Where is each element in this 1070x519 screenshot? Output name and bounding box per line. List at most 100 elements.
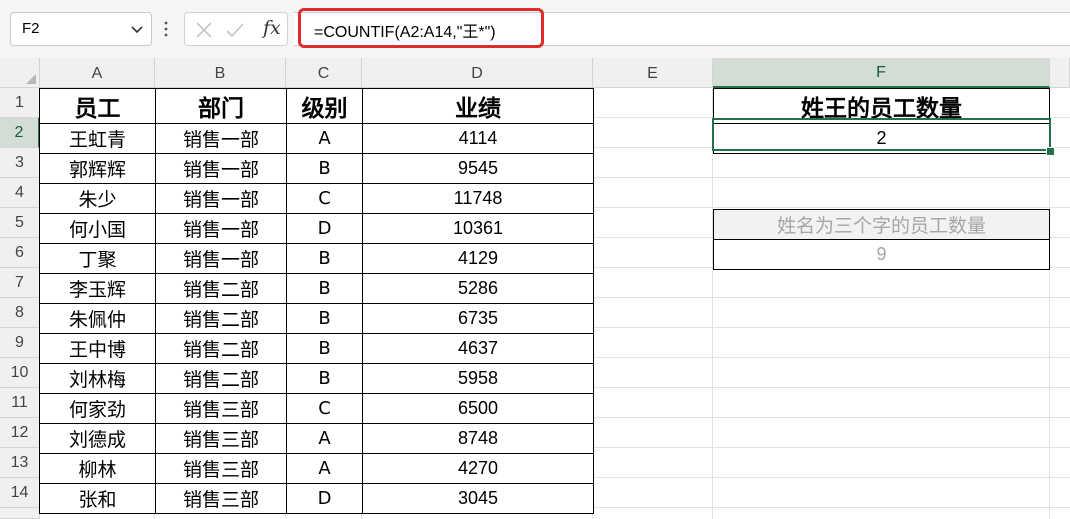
cell-performance[interactable]: 6735 bbox=[362, 303, 594, 334]
cell-performance[interactable]: 9545 bbox=[362, 153, 594, 184]
three-char-count-value[interactable]: 9 bbox=[713, 239, 1050, 270]
cell-level[interactable]: C bbox=[286, 393, 363, 424]
row-header-7[interactable]: 7 bbox=[0, 268, 40, 298]
cell-department[interactable]: 销售二部 bbox=[155, 333, 287, 364]
cell-performance[interactable]: 4270 bbox=[362, 453, 594, 484]
table-row: 柳林 销售三部 A 4270 bbox=[39, 453, 594, 484]
column-header-e[interactable]: E bbox=[593, 58, 713, 88]
row-header-3[interactable]: 3 bbox=[0, 148, 40, 178]
name-box[interactable]: F2 bbox=[10, 12, 152, 46]
three-char-count-table: 姓名为三个字的员工数量 9 bbox=[713, 209, 1050, 270]
cell-level[interactable]: B bbox=[286, 273, 363, 304]
header-cell-performance[interactable]: 业绩 bbox=[362, 88, 594, 124]
row-header-14[interactable]: 14 bbox=[0, 478, 40, 508]
cancel-x-icon[interactable] bbox=[195, 21, 213, 39]
chevron-down-icon[interactable] bbox=[129, 21, 145, 37]
column-header-f[interactable]: F bbox=[713, 58, 1050, 88]
fill-handle[interactable] bbox=[1046, 147, 1055, 156]
cell-level[interactable]: B bbox=[286, 333, 363, 364]
table-row: 王中博 销售二部 B 4637 bbox=[39, 333, 594, 364]
cell-level[interactable]: A bbox=[286, 453, 363, 484]
cell-department[interactable]: 销售二部 bbox=[155, 273, 287, 304]
employee-table: 员工 部门 级别 业绩 王虹青 销售一部 A 4114 郭辉辉 销售一部 B 9545 朱少… bbox=[39, 88, 594, 514]
cell-performance[interactable]: 4129 bbox=[362, 243, 594, 274]
cell-performance[interactable]: 11748 bbox=[362, 183, 594, 214]
table-row: 刘林梅 销售二部 B 5958 bbox=[39, 363, 594, 394]
table-row: 李玉辉 销售二部 B 5286 bbox=[39, 273, 594, 304]
cell-name[interactable]: 何家劲 bbox=[39, 393, 156, 424]
cell-department[interactable]: 销售二部 bbox=[155, 303, 287, 334]
fx-icon[interactable]: fx bbox=[263, 17, 281, 39]
cell-name[interactable]: 郭辉辉 bbox=[39, 153, 156, 184]
row-header-15[interactable] bbox=[0, 508, 40, 519]
cell-department[interactable]: 销售三部 bbox=[155, 453, 287, 484]
row-header-8[interactable]: 8 bbox=[0, 298, 40, 328]
select-all-corner[interactable] bbox=[0, 58, 40, 88]
table-row: 刘德成 销售三部 A 8748 bbox=[39, 423, 594, 454]
cell-name[interactable]: 刘林梅 bbox=[39, 363, 156, 394]
column-header-c[interactable]: C bbox=[286, 58, 362, 88]
cell-performance[interactable]: 4114 bbox=[362, 123, 594, 154]
column-header-a[interactable]: A bbox=[40, 58, 155, 88]
row-header-10[interactable]: 10 bbox=[0, 358, 40, 388]
cell-name[interactable]: 王虹青 bbox=[39, 123, 156, 154]
cell-level[interactable]: B bbox=[286, 303, 363, 334]
cell-level[interactable]: B bbox=[286, 243, 363, 274]
row-header-6[interactable]: 6 bbox=[0, 238, 40, 268]
cell-performance[interactable]: 5958 bbox=[362, 363, 594, 394]
cell-performance[interactable]: 8748 bbox=[362, 423, 594, 454]
cell-name[interactable]: 王中博 bbox=[39, 333, 156, 364]
three-char-count-header[interactable]: 姓名为三个字的员工数量 bbox=[713, 209, 1050, 240]
cell-department[interactable]: 销售一部 bbox=[155, 183, 287, 214]
vertical-dots-icon[interactable] bbox=[163, 19, 169, 39]
header-cell-employee[interactable]: 员工 bbox=[39, 88, 156, 124]
cell-department[interactable]: 销售一部 bbox=[155, 123, 287, 154]
cell-name[interactable]: 柳林 bbox=[39, 453, 156, 484]
row-header-11[interactable]: 11 bbox=[0, 388, 40, 418]
cell-name[interactable]: 刘德成 bbox=[39, 423, 156, 454]
row-header-5[interactable]: 5 bbox=[0, 208, 40, 238]
cell-level[interactable]: D bbox=[286, 213, 363, 244]
cell-performance[interactable]: 6500 bbox=[362, 393, 594, 424]
cell-level[interactable]: C bbox=[286, 183, 363, 214]
row-header-12[interactable]: 12 bbox=[0, 418, 40, 448]
cell-level[interactable]: B bbox=[286, 153, 363, 184]
cell-department[interactable]: 销售一部 bbox=[155, 153, 287, 184]
row-header-1[interactable]: 1 bbox=[0, 88, 40, 118]
cell-performance[interactable]: 3045 bbox=[362, 483, 594, 514]
cell-performance[interactable]: 10361 bbox=[362, 213, 594, 244]
cell-level[interactable]: A bbox=[286, 423, 363, 454]
row-header-2[interactable]: 2 bbox=[0, 118, 40, 148]
cell-department[interactable]: 销售三部 bbox=[155, 393, 287, 424]
cell-name[interactable]: 朱少 bbox=[39, 183, 156, 214]
row-header-4[interactable]: 4 bbox=[0, 178, 40, 208]
cell-department[interactable]: 销售三部 bbox=[155, 483, 287, 514]
check-icon[interactable] bbox=[226, 21, 244, 39]
cell-department[interactable]: 销售一部 bbox=[155, 213, 287, 244]
cell-name[interactable]: 何小国 bbox=[39, 213, 156, 244]
formula-text[interactable]: =COUNTIF(A2:A14,"王*") bbox=[314, 18, 496, 42]
cell-department[interactable]: 销售二部 bbox=[155, 363, 287, 394]
cell-level[interactable]: A bbox=[286, 123, 363, 154]
wang-count-value[interactable]: 2 bbox=[713, 123, 1050, 154]
cell-name[interactable]: 丁聚 bbox=[39, 243, 156, 274]
cell-department[interactable]: 销售一部 bbox=[155, 243, 287, 274]
cell-level[interactable]: B bbox=[286, 363, 363, 394]
cell-level[interactable]: D bbox=[286, 483, 363, 514]
cell-name[interactable]: 李玉辉 bbox=[39, 273, 156, 304]
table-header-row: 员工 部门 级别 业绩 bbox=[39, 88, 594, 124]
column-header-b[interactable]: B bbox=[155, 58, 286, 88]
column-header-g[interactable] bbox=[1050, 58, 1070, 88]
cell-name[interactable]: 张和 bbox=[39, 483, 156, 514]
cell-performance[interactable]: 5286 bbox=[362, 273, 594, 304]
header-cell-level[interactable]: 级别 bbox=[286, 88, 363, 124]
row-header-9[interactable]: 9 bbox=[0, 328, 40, 358]
cell-department[interactable]: 销售三部 bbox=[155, 423, 287, 454]
cell-name[interactable]: 朱佩仲 bbox=[39, 303, 156, 334]
header-cell-department[interactable]: 部门 bbox=[155, 88, 287, 124]
row-header-13[interactable]: 13 bbox=[0, 448, 40, 478]
wang-count-header[interactable]: 姓王的员工数量 bbox=[713, 88, 1050, 124]
table-row: 王虹青 销售一部 A 4114 bbox=[39, 123, 594, 154]
cell-performance[interactable]: 4637 bbox=[362, 333, 594, 364]
column-header-d[interactable]: D bbox=[362, 58, 593, 88]
